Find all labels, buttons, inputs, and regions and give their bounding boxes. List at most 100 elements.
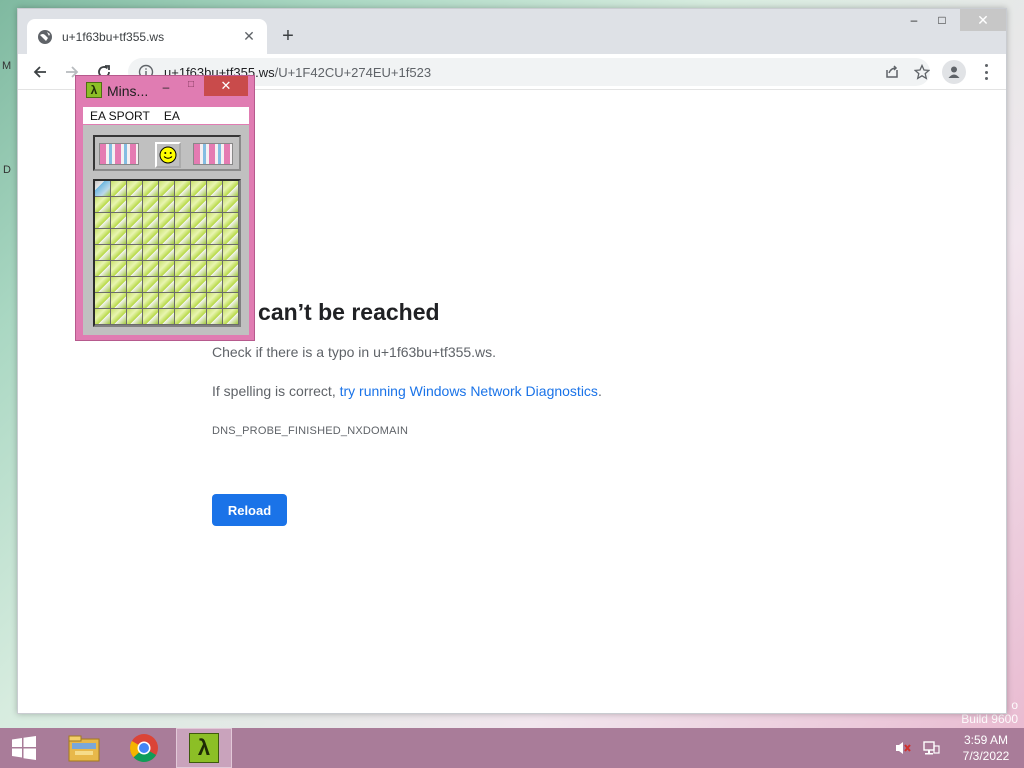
mine-cell[interactable] <box>207 181 223 197</box>
mine-cell[interactable] <box>175 197 191 213</box>
menu-item-ea-sport[interactable]: EA SPORT <box>90 109 150 123</box>
mine-cell[interactable] <box>207 309 223 325</box>
mine-cell[interactable] <box>175 245 191 261</box>
mine-cell[interactable] <box>127 277 143 293</box>
mine-cell[interactable] <box>159 309 175 325</box>
mine-cell[interactable] <box>159 261 175 277</box>
mine-cell[interactable] <box>111 261 127 277</box>
mine-cell[interactable] <box>159 277 175 293</box>
mine-cell[interactable] <box>175 293 191 309</box>
mine-cell[interactable] <box>191 213 207 229</box>
mine-cell[interactable] <box>175 213 191 229</box>
mine-cell[interactable] <box>191 309 207 325</box>
mine-cell[interactable] <box>223 277 239 293</box>
mine-cell[interactable] <box>223 245 239 261</box>
bookmark-star-icon[interactable] <box>914 64 930 80</box>
mine-cell[interactable] <box>159 245 175 261</box>
profile-avatar-button[interactable] <box>942 60 966 84</box>
mine-cell[interactable] <box>143 213 159 229</box>
mine-cell[interactable] <box>159 213 175 229</box>
mine-cell[interactable] <box>95 213 111 229</box>
mine-cell[interactable] <box>95 277 111 293</box>
mine-cell[interactable] <box>223 229 239 245</box>
menu-item-ea[interactable]: EA <box>164 109 180 123</box>
mine-cell[interactable] <box>207 245 223 261</box>
mine-cell[interactable] <box>175 181 191 197</box>
mine-cell[interactable] <box>223 261 239 277</box>
mine-cell[interactable] <box>95 261 111 277</box>
mine-cell[interactable] <box>95 229 111 245</box>
mine-cell[interactable] <box>143 197 159 213</box>
taskbar-chrome[interactable] <box>116 728 172 768</box>
mine-cell[interactable] <box>127 261 143 277</box>
mine-cell[interactable] <box>127 293 143 309</box>
mine-cell[interactable] <box>191 229 207 245</box>
mine-cell[interactable] <box>207 213 223 229</box>
mine-cell[interactable] <box>111 293 127 309</box>
mine-cell[interactable] <box>143 309 159 325</box>
mine-cell[interactable] <box>223 293 239 309</box>
mine-cell[interactable] <box>207 197 223 213</box>
volume-muted-icon[interactable] <box>892 737 914 759</box>
mine-cell[interactable] <box>127 181 143 197</box>
network-diagnostics-link[interactable]: try running Windows Network Diagnostics <box>340 383 598 399</box>
mine-cell[interactable] <box>191 293 207 309</box>
minesweeper-titlebar[interactable]: λ Mins... – □ ✕ <box>76 76 254 104</box>
mine-cell[interactable] <box>95 181 111 197</box>
mine-cell[interactable] <box>111 213 127 229</box>
taskbar-minesweeper[interactable]: λ <box>176 728 232 768</box>
mine-cell[interactable] <box>207 293 223 309</box>
mine-cell[interactable] <box>127 245 143 261</box>
mine-cell[interactable] <box>143 277 159 293</box>
network-icon[interactable] <box>920 737 942 759</box>
minimize-button[interactable]: – <box>900 9 928 31</box>
reload-button[interactable]: Reload <box>212 494 287 526</box>
mine-cell[interactable] <box>175 309 191 325</box>
mine-cell[interactable] <box>159 197 175 213</box>
mine-cell[interactable] <box>191 277 207 293</box>
mine-cell[interactable] <box>223 309 239 325</box>
minesweeper-minimize-button[interactable]: – <box>156 80 176 96</box>
mine-cell[interactable] <box>223 181 239 197</box>
close-button[interactable]: ✕ <box>960 9 1006 31</box>
mine-cell[interactable] <box>95 309 111 325</box>
mine-cell[interactable] <box>175 277 191 293</box>
mine-cell[interactable] <box>143 293 159 309</box>
minesweeper-close-button[interactable]: ✕ <box>204 76 248 96</box>
mine-cell[interactable] <box>95 293 111 309</box>
new-tab-button[interactable]: + <box>277 26 299 48</box>
mine-cell[interactable] <box>127 309 143 325</box>
tab-close-icon[interactable]: ✕ <box>241 28 257 45</box>
mine-cell[interactable] <box>111 277 127 293</box>
minesweeper-maximize-button[interactable]: □ <box>180 79 202 95</box>
mine-cell[interactable] <box>159 181 175 197</box>
mine-cell[interactable] <box>207 261 223 277</box>
mine-cell[interactable] <box>127 229 143 245</box>
mine-cell[interactable] <box>207 229 223 245</box>
mine-cell[interactable] <box>111 197 127 213</box>
mine-cell[interactable] <box>223 197 239 213</box>
mine-cell[interactable] <box>127 213 143 229</box>
maximize-button[interactable]: □ <box>928 9 956 31</box>
mine-cell[interactable] <box>143 181 159 197</box>
mine-cell[interactable] <box>191 181 207 197</box>
mine-cell[interactable] <box>111 309 127 325</box>
mine-cell[interactable] <box>175 229 191 245</box>
mine-cell[interactable] <box>143 229 159 245</box>
more-menu-icon[interactable] <box>980 62 992 82</box>
mine-cell[interactable] <box>95 245 111 261</box>
mine-cell[interactable] <box>127 197 143 213</box>
mine-cell[interactable] <box>191 245 207 261</box>
mine-cell[interactable] <box>191 261 207 277</box>
share-icon[interactable] <box>884 64 900 80</box>
start-button[interactable] <box>0 728 48 768</box>
mine-cell[interactable] <box>159 229 175 245</box>
taskbar-clock[interactable]: 3:59 AM 7/3/2022 <box>948 732 1024 764</box>
back-button[interactable] <box>28 60 52 84</box>
mine-cell[interactable] <box>159 293 175 309</box>
mine-cell[interactable] <box>143 261 159 277</box>
smiley-reset-button[interactable] <box>155 142 181 168</box>
mine-cell[interactable] <box>207 277 223 293</box>
mine-cell[interactable] <box>95 197 111 213</box>
taskbar-file-explorer[interactable] <box>56 728 112 768</box>
